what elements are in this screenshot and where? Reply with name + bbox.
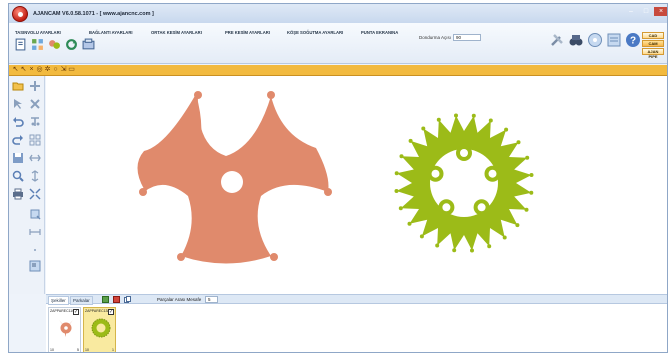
bottom-tabs: Şekiller Parkalar Parçalar Arası Mesafe …	[46, 295, 667, 305]
menu-punta-ekranina[interactable]: PUNTA EKRANINA	[361, 30, 398, 35]
part-count-left: 10	[50, 348, 54, 352]
fit-icon[interactable]	[29, 188, 41, 200]
undo-icon[interactable]	[12, 116, 24, 128]
minimize-icon[interactable]: –	[624, 7, 638, 16]
saw-blade-lug-hole	[431, 169, 440, 178]
layer-icon[interactable]	[29, 208, 41, 220]
tab-parkalar[interactable]: Parkalar	[70, 296, 93, 305]
green-part[interactable]	[394, 113, 534, 253]
redo-icon[interactable]	[12, 134, 24, 146]
drawing-canvas[interactable]	[46, 76, 667, 294]
binoculars-icon[interactable]	[568, 32, 584, 48]
part-name: ZAPPAREC110	[50, 309, 75, 313]
copy-icon[interactable]	[124, 296, 131, 303]
mirror-vertical-icon[interactable]	[29, 170, 41, 182]
rectangle-icon[interactable]: ▭	[68, 66, 75, 74]
part-name: ZAPPAREC138	[85, 309, 110, 313]
maximize-icon[interactable]: □	[639, 7, 653, 16]
orange-part-center-hole	[221, 171, 243, 193]
side-toolbar	[9, 76, 45, 294]
distance-label: Parçalar Arası Mesafe	[157, 297, 202, 302]
list-icon[interactable]	[606, 32, 622, 48]
menu-pre-kesim-ayarlari[interactable]: PRE KESİM AYARLARI	[225, 30, 270, 35]
orange-part-tab	[267, 91, 275, 99]
move-icon[interactable]	[29, 80, 41, 92]
disc-icon[interactable]	[587, 32, 603, 48]
cam-button[interactable]: CAM	[642, 40, 664, 47]
window-title: AJANCAM V6.0.58.1071 - [ www.ajancnc.com…	[33, 11, 154, 17]
zoom-icon[interactable]	[12, 170, 24, 182]
svg-text:?: ?	[630, 36, 636, 47]
circle-icon[interactable]: ○	[52, 66, 59, 74]
gear-icon[interactable]: ✲	[44, 66, 51, 74]
distance-icon[interactable]	[29, 226, 41, 238]
rotation-angle-label: Dondurma Açısı	[419, 35, 452, 40]
part-count-right: 5	[77, 348, 79, 352]
title-bar: AJANCAM V6.0.58.1071 - [ www.ajancnc.com…	[9, 4, 667, 23]
orange-part-tab	[194, 91, 202, 99]
ribbon: TASINVOLU AYARLARI BAĞLANTI AYARLARI ORT…	[9, 23, 667, 64]
part-card[interactable]: ZAPPAREC110 ✓ 10 5	[48, 307, 81, 352]
draw-toolbar: ↖ ↖ × ◎ ✲ ○ ⇲ ▭	[9, 65, 667, 76]
mode-buttons: CAD CAM AJAN PIPE	[642, 32, 664, 59]
mirror-horizontal-icon[interactable]	[29, 152, 41, 164]
orange-part[interactable]	[137, 91, 333, 264]
circle-target-icon[interactable]: ◎	[36, 66, 43, 74]
green-box-icon[interactable]	[102, 296, 109, 303]
parts-icon[interactable]	[48, 38, 61, 51]
cross-icon[interactable]: ×	[28, 66, 35, 74]
menu-kose-sogutma-ayarlari[interactable]: KÖŞE SOĞUTMA AYARLARI	[287, 30, 343, 35]
save-icon[interactable]	[12, 152, 24, 164]
grid-settings-icon[interactable]	[31, 38, 44, 51]
parts-drawing	[137, 91, 534, 264]
refresh-icon[interactable]	[65, 38, 78, 51]
app-window: AJANCAM V6.0.58.1071 - [ www.ajancnc.com…	[8, 3, 668, 353]
saw-blade-lug-hole	[477, 203, 486, 212]
array-grid-icon[interactable]	[29, 134, 41, 146]
part-count-left: 10	[85, 348, 89, 352]
align-icon[interactable]	[29, 116, 41, 128]
ribbon-icons	[14, 38, 95, 51]
part-thumbnail-green	[91, 318, 111, 338]
part-thumbnail-orange	[59, 320, 73, 337]
print-icon[interactable]	[12, 188, 24, 200]
saw-blade-lug-hole	[442, 203, 451, 212]
tools-icon[interactable]	[549, 32, 565, 48]
delete-icon[interactable]	[29, 98, 41, 110]
ajan-pipe-button[interactable]: AJAN PIPE	[642, 48, 664, 59]
orange-part-tab	[177, 253, 185, 261]
tab-sekiller[interactable]: Şekiller	[48, 296, 69, 305]
red-box-icon[interactable]	[113, 296, 120, 303]
orange-part-tab	[139, 188, 147, 196]
cad-button[interactable]: CAD	[642, 32, 664, 39]
folder-icon[interactable]	[12, 80, 24, 92]
bottom-panel: Şekiller Parkalar Parçalar Arası Mesafe …	[46, 294, 667, 352]
distance-input[interactable]: 5	[205, 296, 218, 303]
dot-icon[interactable]	[29, 244, 41, 256]
menu-tasinvolu-ayarlari[interactable]: TASINVOLU AYARLARI	[15, 30, 61, 35]
rotation-angle-input[interactable]: 90	[453, 34, 481, 41]
close-icon[interactable]: ×	[654, 7, 667, 16]
part-checkbox[interactable]: ✓	[108, 309, 114, 315]
document-icon[interactable]	[14, 38, 27, 51]
orange-part-tab	[324, 188, 332, 196]
orange-part-tab	[270, 253, 278, 261]
pointer-icon[interactable]: ↖	[12, 66, 19, 74]
menu-ortak-kesim-ayarlari[interactable]: ORTAK KESİM AYARLARI	[151, 30, 202, 35]
part-checkbox[interactable]: ✓	[73, 309, 79, 315]
saw-blade-lug-hole	[488, 169, 497, 178]
sheet-icon[interactable]	[82, 38, 95, 51]
nest-icon[interactable]	[29, 260, 41, 272]
part-count-right: 1	[112, 348, 114, 352]
arrow-icon[interactable]: ⇲	[60, 66, 67, 74]
pointer-alt-icon[interactable]: ↖	[20, 66, 27, 74]
select-arrow-icon[interactable]	[12, 98, 24, 110]
tool-icons: ?	[549, 32, 641, 48]
saw-blade-lug-hole	[460, 149, 468, 157]
help-icon[interactable]: ?	[625, 32, 641, 48]
menu-baglanti-ayarlari[interactable]: BAĞLANTI AYARLARI	[89, 30, 133, 35]
part-card-selected[interactable]: ZAPPAREC138 ✓ 10 1	[83, 307, 116, 352]
app-logo-icon[interactable]	[12, 6, 28, 22]
